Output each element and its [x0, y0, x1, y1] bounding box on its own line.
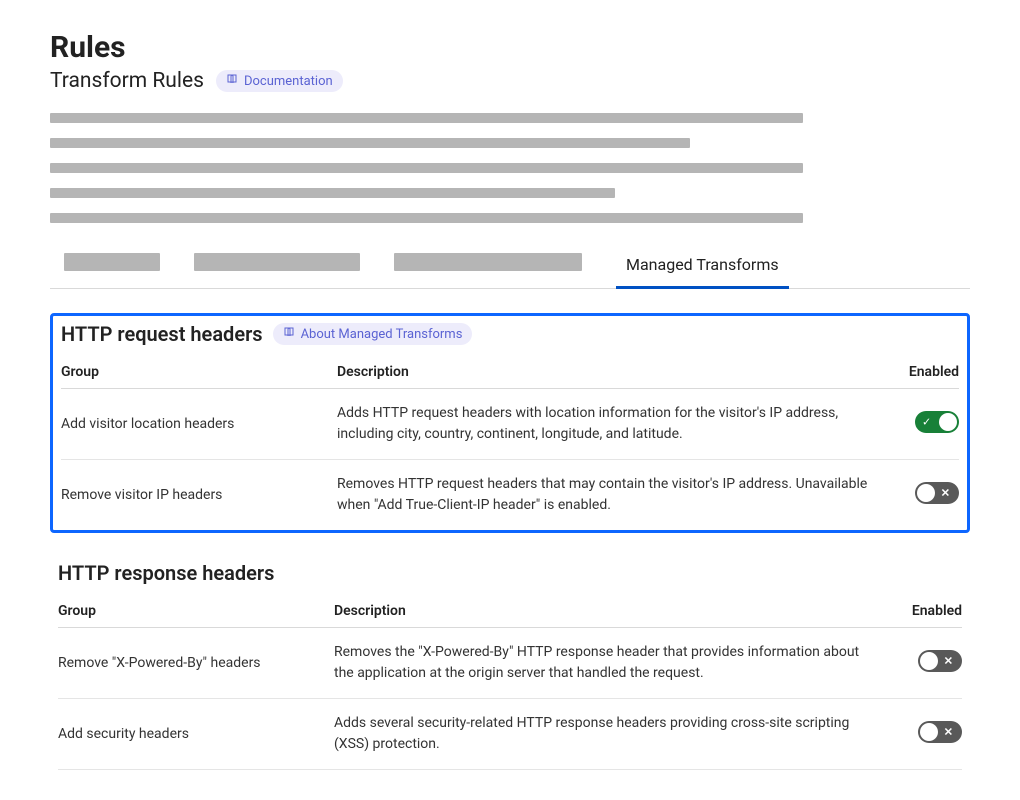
- row-description: Adds several security-related HTTP respo…: [334, 699, 902, 770]
- table-row: Remove "X-Powered-By" headers Removes th…: [58, 628, 962, 699]
- subtitle: Transform Rules: [50, 69, 204, 93]
- tab-placeholder[interactable]: [194, 253, 360, 271]
- toggle-add-security-headers[interactable]: ✕: [918, 721, 962, 743]
- book-icon: [283, 326, 295, 342]
- documentation-link[interactable]: Documentation: [216, 70, 343, 92]
- toggle-knob: [939, 413, 957, 431]
- tab-placeholder[interactable]: [64, 253, 160, 271]
- documentation-label: Documentation: [244, 74, 333, 89]
- description-placeholder: [50, 113, 970, 223]
- tab-placeholder[interactable]: [394, 253, 582, 271]
- toggle-knob: [920, 723, 938, 741]
- row-description: Removes the "X-Powered-By" HTTP response…: [334, 628, 902, 699]
- about-label: About Managed Transforms: [301, 327, 463, 342]
- book-icon: [226, 73, 238, 89]
- table-row: Add security headers Adds several securi…: [58, 699, 962, 770]
- row-group: Add visitor location headers: [61, 389, 337, 460]
- tabs: Managed Transforms: [50, 247, 970, 289]
- x-icon: ✕: [944, 726, 953, 739]
- x-icon: ✕: [941, 487, 950, 500]
- toggle-knob: [920, 652, 938, 670]
- section-title-response: HTTP response headers: [58, 561, 274, 585]
- page-title: Rules: [50, 30, 970, 65]
- table-row: Add visitor location headers Adds HTTP r…: [61, 389, 959, 460]
- toggle-knob: [917, 484, 935, 502]
- col-enabled: Enabled: [902, 595, 962, 628]
- tab-managed-transforms[interactable]: Managed Transforms: [616, 247, 789, 289]
- about-managed-transforms-link[interactable]: About Managed Transforms: [273, 323, 473, 345]
- table-row: Remove visitor IP headers Removes HTTP r…: [61, 460, 959, 531]
- col-enabled: Enabled: [899, 356, 959, 389]
- check-icon: ✓: [922, 416, 931, 429]
- row-description: Removes HTTP request headers that may co…: [337, 460, 899, 531]
- subtitle-row: Transform Rules Documentation: [50, 69, 970, 93]
- col-group: Group: [61, 356, 337, 389]
- request-headers-table: Group Description Enabled Add visitor lo…: [61, 356, 959, 530]
- toggle-remove-visitor-ip[interactable]: ✕: [915, 482, 959, 504]
- row-group: Add security headers: [58, 699, 334, 770]
- col-description: Description: [337, 356, 899, 389]
- col-description: Description: [334, 595, 902, 628]
- toggle-add-visitor-location[interactable]: ✓: [915, 411, 959, 433]
- response-headers-table: Group Description Enabled Remove "X-Powe…: [58, 595, 962, 770]
- row-group: Remove "X-Powered-By" headers: [58, 628, 334, 699]
- row-group: Remove visitor IP headers: [61, 460, 337, 531]
- request-headers-highlight: HTTP request headers About Managed Trans…: [50, 313, 970, 533]
- x-icon: ✕: [944, 655, 953, 668]
- col-group: Group: [58, 595, 334, 628]
- section-title-request: HTTP request headers: [61, 322, 263, 346]
- toggle-remove-x-powered-by[interactable]: ✕: [918, 650, 962, 672]
- row-description: Adds HTTP request headers with location …: [337, 389, 899, 460]
